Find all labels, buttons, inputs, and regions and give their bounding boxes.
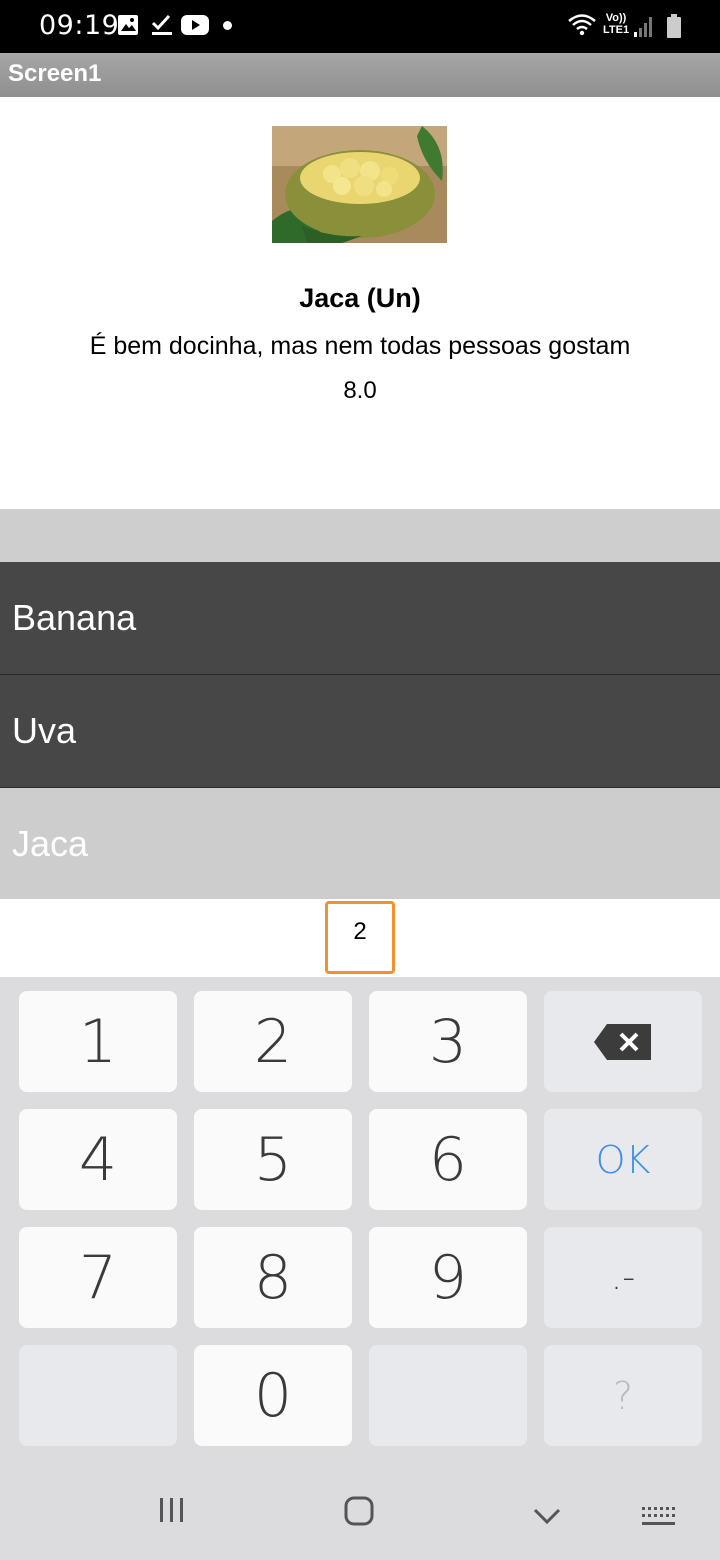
- product-description: É bem docinha, mas nem todas pessoas gos…: [89, 332, 631, 360]
- key-3[interactable]: 3: [369, 991, 527, 1092]
- list-item-uva[interactable]: Uva: [0, 675, 720, 788]
- recents-icon[interactable]: [158, 1495, 186, 1525]
- key-2[interactable]: 2: [194, 991, 352, 1092]
- network-label-2: LTE1: [603, 24, 630, 36]
- youtube-icon: [181, 15, 209, 35]
- backspace-key[interactable]: [544, 991, 702, 1092]
- question-key[interactable]: ?: [544, 1345, 702, 1446]
- wifi-icon: [568, 14, 596, 36]
- signal-icon: [634, 17, 652, 37]
- network-label-1: Vo)): [605, 12, 627, 24]
- battery-icon: [667, 14, 681, 38]
- notification-dot-icon: [223, 21, 232, 30]
- product-details: Jaca (Un) É bem docinha, mas nem todas p…: [0, 97, 720, 509]
- title-bar: Screen1: [0, 53, 720, 97]
- empty-key-left: [19, 1345, 177, 1446]
- key-9[interactable]: 9: [369, 1227, 527, 1328]
- keyboard-switch-icon[interactable]: [641, 1505, 677, 1529]
- status-time: 09:19: [39, 10, 120, 41]
- list-header-spacer: [0, 509, 720, 562]
- volte-icon: Vo)) LTE1: [603, 12, 629, 36]
- list-item-jaca[interactable]: Jaca: [0, 788, 720, 900]
- status-bar: 09:19 Vo)) LTE1: [0, 0, 720, 53]
- quantity-area: 2: [0, 899, 720, 977]
- fruit-list[interactable]: Banana Uva Jaca: [0, 562, 720, 900]
- key-7[interactable]: 7: [19, 1227, 177, 1328]
- check-icon: [151, 14, 172, 35]
- punctuation-key[interactable]: .-: [544, 1227, 702, 1328]
- product-price: 8.0: [343, 377, 377, 404]
- key-6[interactable]: 6: [369, 1109, 527, 1210]
- backspace-icon: [594, 1023, 651, 1060]
- jackfruit-image: [272, 126, 447, 243]
- list-item-banana[interactable]: Banana: [0, 562, 720, 675]
- list-item-label: Uva: [12, 710, 77, 751]
- list-item-label: Banana: [12, 597, 137, 638]
- key-1[interactable]: 1: [19, 991, 177, 1092]
- quantity-input[interactable]: 2: [325, 901, 395, 974]
- back-icon[interactable]: [532, 1507, 562, 1527]
- key-8[interactable]: 8: [194, 1227, 352, 1328]
- list-item-label: Jaca: [12, 823, 89, 864]
- gallery-icon: [118, 15, 138, 35]
- home-icon[interactable]: [343, 1495, 375, 1527]
- key-4[interactable]: 4: [19, 1109, 177, 1210]
- navigation-bar: [0, 1465, 720, 1560]
- key-5[interactable]: 5: [194, 1109, 352, 1210]
- key-0[interactable]: 0: [194, 1345, 352, 1446]
- screen-title: Screen1: [8, 60, 102, 87]
- empty-key-right: [369, 1345, 527, 1446]
- ok-key[interactable]: OK: [544, 1109, 702, 1210]
- product-name: Jaca (Un): [299, 283, 421, 313]
